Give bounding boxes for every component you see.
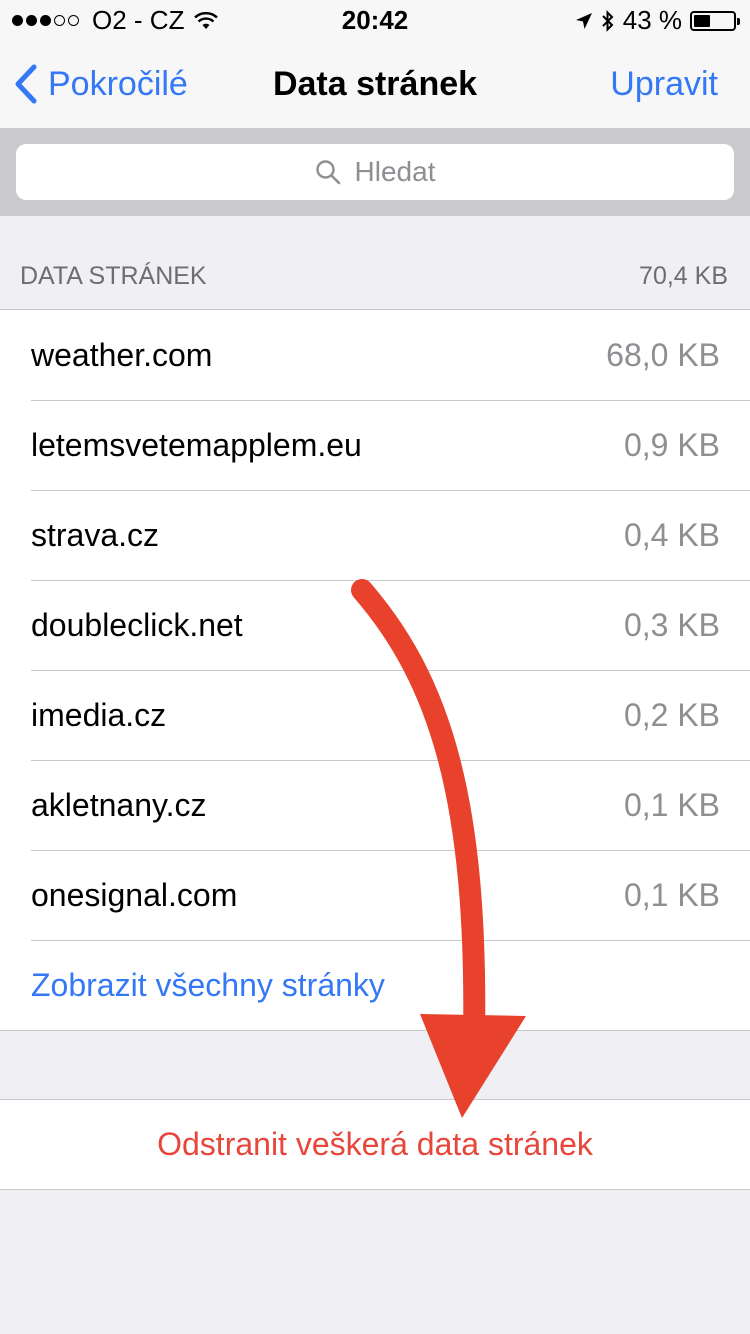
site-name: akletnany.cz [31, 786, 207, 823]
battery-icon [690, 10, 740, 31]
battery-percent: 43 % [622, 5, 682, 35]
website-data-list: weather.com 68,0 KB letemsvetemapplem.eu… [0, 309, 750, 1031]
site-size: 0,4 KB [623, 516, 720, 553]
section-header-label: DATA STRÁNEK [20, 262, 207, 290]
site-size: 0,1 KB [623, 786, 720, 823]
list-item[interactable]: doubleclick.net 0,3 KB [0, 580, 750, 670]
search-icon [315, 160, 340, 185]
site-size: 68,0 KB [606, 336, 720, 373]
list-item[interactable]: onesignal.com 0,1 KB [0, 850, 750, 940]
site-size: 0,1 KB [623, 876, 720, 913]
site-size: 0,9 KB [623, 426, 720, 463]
navigation-bar: Pokročilé Data stránek Upravit [0, 40, 750, 128]
list-item[interactable]: letemsvetemapplem.eu 0,9 KB [0, 400, 750, 490]
site-name: letemsvetemapplem.eu [31, 426, 362, 463]
bluetooth-icon [602, 9, 614, 32]
location-arrow-icon [575, 12, 592, 29]
list-item[interactable]: strava.cz 0,4 KB [0, 490, 750, 580]
search-bar: Hledat [0, 128, 750, 216]
site-name: weather.com [31, 336, 213, 373]
search-placeholder: Hledat [354, 156, 436, 187]
site-name: imedia.cz [31, 696, 167, 733]
status-right: 43 % [575, 5, 740, 36]
site-size: 0,3 KB [623, 606, 720, 643]
site-size: 0,2 KB [623, 696, 720, 733]
site-name: doubleclick.net [31, 606, 243, 643]
remove-all-website-data-button[interactable]: Odstranit veškerá data stránek [0, 1099, 750, 1190]
section-header-total: 70,4 KB [639, 262, 728, 290]
list-item[interactable]: imedia.cz 0,2 KB [0, 670, 750, 760]
site-name: strava.cz [31, 516, 160, 553]
show-all-sites-label: Zobrazit všechny stránky [31, 966, 385, 1003]
status-bar: O2 - CZ 20:42 43 % [0, 0, 750, 40]
show-all-sites-button[interactable]: Zobrazit všechny stránky [0, 940, 750, 1030]
edit-button[interactable]: Upravit [610, 40, 718, 128]
remove-all-label: Odstranit veškerá data stránek [157, 1126, 593, 1162]
battery-fill [694, 14, 711, 27]
list-item[interactable]: weather.com 68,0 KB [0, 310, 750, 400]
search-input[interactable]: Hledat [16, 144, 734, 200]
section-header: DATA STRÁNEK 70,4 KB [0, 250, 750, 308]
site-name: onesignal.com [31, 876, 238, 913]
list-item[interactable]: akletnany.cz 0,1 KB [0, 760, 750, 850]
